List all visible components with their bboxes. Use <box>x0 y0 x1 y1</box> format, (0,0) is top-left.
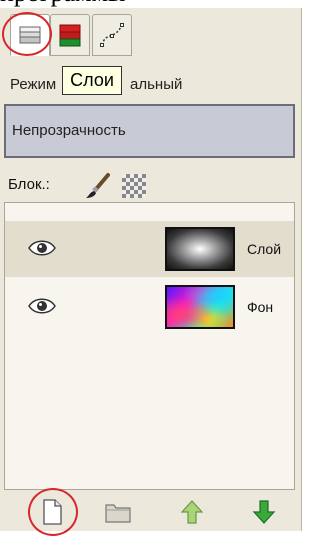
lower-layer-button[interactable] <box>248 496 280 528</box>
alpha-lock-icon[interactable] <box>122 174 146 198</box>
lock-row: Блок.: <box>8 170 288 200</box>
raise-layer-icon <box>180 500 204 524</box>
tab-channels[interactable] <box>50 14 90 56</box>
tab-paths[interactable] <box>92 14 132 56</box>
layers-dock-panel: Режим альный Слои Непрозрачность Блок.: … <box>0 8 302 536</box>
paths-icon <box>100 23 124 47</box>
layer-row-fon[interactable]: Фон <box>5 279 294 335</box>
window-title-fragment: программы <box>0 0 306 8</box>
layer-row-sloi[interactable]: Слой <box>5 221 294 277</box>
eye-icon[interactable] <box>27 237 57 259</box>
brush-lock-icon[interactable] <box>84 172 112 200</box>
layer-name[interactable]: Фон <box>247 279 273 335</box>
layer-name[interactable]: Слой <box>247 221 281 277</box>
mode-row[interactable]: Режим альный <box>10 70 290 100</box>
layer-thumbnail <box>165 285 235 329</box>
layers-list: Слой Фон <box>4 202 295 490</box>
tab-layers[interactable] <box>10 14 50 56</box>
lock-label: Блок.: <box>8 176 50 193</box>
raise-layer-button[interactable] <box>176 496 208 528</box>
mode-value: альный <box>130 76 183 93</box>
new-group-icon <box>105 504 131 523</box>
opacity-slider[interactable]: Непрозрачность <box>4 104 295 158</box>
layers-icon <box>19 26 41 44</box>
layers-toolbar <box>4 488 295 536</box>
mode-label: Режим <box>10 76 57 93</box>
new-layer-icon <box>43 499 62 525</box>
lower-layer-icon <box>252 500 276 524</box>
eye-icon[interactable] <box>27 295 57 317</box>
dock-tabs <box>2 12 301 58</box>
layer-thumbnail <box>165 227 235 271</box>
new-layer-button[interactable] <box>36 496 68 528</box>
channels-icon <box>59 24 81 47</box>
new-group-button[interactable] <box>102 496 134 528</box>
tooltip: Слои <box>62 66 122 95</box>
